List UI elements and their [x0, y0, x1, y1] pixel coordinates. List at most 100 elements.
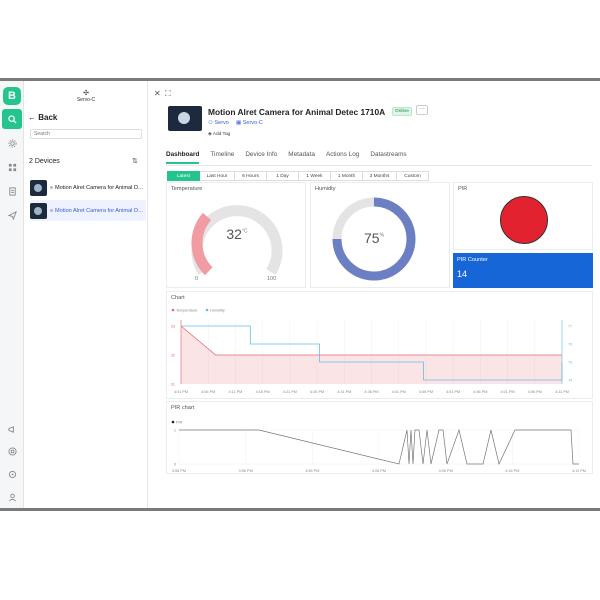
gauge-max: 100 [267, 276, 277, 282]
y-right-tick-label: 77 [568, 325, 572, 329]
expand-icon[interactable]: ⛶ [165, 89, 171, 98]
tab-actions-log[interactable]: Actions Log [326, 151, 359, 164]
y-right-tick-label: 74 [568, 379, 572, 383]
x-tick-label: 4:06 PM [439, 469, 453, 473]
x-tick-label: 4:06 PM [528, 390, 542, 394]
search-nav-icon[interactable] [2, 109, 22, 129]
settings-icon[interactable] [2, 464, 22, 484]
org-header[interactable]: ✣ Servo-C [24, 89, 148, 103]
legend-marker [205, 308, 209, 312]
legend-label: Temperature [176, 309, 197, 313]
app-logo[interactable]: B [3, 87, 21, 105]
x-tick-label: 4:11 PM [555, 390, 569, 394]
humidity-unit: % [379, 232, 385, 239]
org-link-name: Servo-C [242, 120, 263, 126]
gauge-min: 0 [195, 276, 199, 282]
template-link[interactable]: ⚇ Servo [208, 120, 229, 126]
back-button[interactable]: ← Back [28, 113, 57, 122]
device-image [168, 106, 202, 131]
document-nav-icon[interactable] [2, 181, 22, 201]
pir-chart-widget: PIR chart PIR 1 0 3:56 PM 3:56 PM 3:56 PM 4:06… [166, 401, 593, 474]
range-6-hours[interactable]: 6 Hours [235, 171, 267, 181]
device-list-item[interactable]: Motion Alret Camera for Animal Detec [30, 177, 146, 198]
temperature-unit: °C [241, 228, 248, 235]
tab-dashboard[interactable]: Dashboard [166, 151, 200, 164]
gauge-value: 75% [297, 230, 451, 248]
send-nav-icon[interactable] [2, 205, 22, 225]
temperature-widget: Temperature 32°C 0 100 [166, 182, 306, 288]
device-thumbnail [30, 202, 47, 219]
tab-datastreams[interactable]: Datastreams [370, 151, 406, 164]
pir-counter-value: 14 [457, 269, 468, 279]
y-left-tick-label: 31 [171, 383, 175, 387]
device-list-item-selected[interactable]: Motion Alret Camera for Animal Detec [30, 200, 146, 221]
temperature-value: 32 [226, 226, 242, 242]
building-icon: ▦ [236, 120, 242, 126]
device-name: Motion Alret Camera for Animal Detec [55, 184, 145, 191]
x-tick-label: 4:11 PM [572, 469, 586, 473]
devices-panel: ✣ Servo-C ← Back 2 Devices ⇅ Motion Alre… [24, 81, 148, 508]
chart-widget: Chart Temperature Humidity 4:01 PM 4:06 PM 4… [166, 291, 593, 399]
x-tick-label: 3:56 PM [172, 469, 186, 473]
tab-device-info[interactable]: Device Info [245, 151, 277, 164]
humidity-value: 75 [363, 230, 380, 246]
arrow-left-icon: ← [28, 113, 36, 122]
time-range-selector: Latest Last Hour 6 Hours 1 Day 1 Week 1 … [167, 171, 429, 181]
y-tick-label: 1 [174, 429, 176, 433]
org-icon: ✣ [83, 90, 89, 97]
range-1-day[interactable]: 1 Day [267, 171, 299, 181]
legend-marker [171, 308, 175, 312]
status-dot [50, 209, 53, 212]
widget-title: PIR Counter [457, 257, 488, 263]
add-tag-button[interactable]: ◈ Add Tag [208, 132, 230, 137]
status-badge: Online [392, 107, 412, 116]
legend-label: PIR [176, 421, 183, 425]
device-count: 2 Devices [29, 158, 60, 165]
y-tick-label: 0 [174, 463, 176, 467]
x-tick-label: 4:16 PM [256, 390, 270, 394]
range-custom[interactable]: Custom [397, 171, 429, 181]
grid-nav-icon[interactable] [2, 157, 22, 177]
user-icon[interactable] [2, 487, 22, 507]
range-last-hour[interactable]: Last Hour [200, 171, 235, 181]
tab-metadata[interactable]: Metadata [288, 151, 315, 164]
x-tick-label: 4:16 PM [505, 469, 519, 473]
x-tick-label: 4:36 PM [364, 390, 378, 394]
legend-label: Humidity [210, 309, 225, 313]
template-name: Servo [214, 120, 229, 126]
y-left-tick-label: 32 [171, 354, 175, 358]
close-icon[interactable]: ✕ [154, 89, 161, 98]
range-3-months[interactable]: 3 Months [363, 171, 397, 181]
gauge-value: 32°C [167, 226, 307, 244]
widget-title: PIR [458, 186, 468, 192]
status-dot [50, 186, 53, 189]
org-link[interactable]: ▦ Servo-C [236, 120, 263, 126]
pir-indicator-led [500, 196, 548, 244]
x-tick-label: 4:31 PM [337, 390, 351, 394]
x-tick-label: 4:46 PM [419, 390, 433, 394]
pir-counter-widget: PIR Counter 14 [453, 253, 593, 288]
device-name: Motion Alret Camera for Animal Detec [55, 207, 145, 214]
y-left-tick-label: 33 [171, 325, 175, 329]
pir-widget: PIR [453, 182, 593, 250]
range-latest[interactable]: Latest [167, 171, 200, 181]
device-thumbnail [30, 179, 47, 196]
range-1-month[interactable]: 1 Month [331, 171, 363, 181]
tag-icon: ◈ [208, 132, 212, 137]
nav-rail: B [0, 81, 24, 508]
sort-icon[interactable]: ⇅ [132, 157, 138, 165]
tab-divider [166, 165, 592, 166]
x-tick-label: 4:06 PM [372, 469, 386, 473]
help-icon[interactable] [2, 441, 22, 461]
search-input[interactable] [30, 129, 142, 139]
pir-chart: PIR1 0 3:56 PM 3:56 PM 3:56 PM 4:06 PM 4:06 PM… [171, 420, 586, 473]
window-controls: ✕ ⛶ [154, 89, 171, 99]
app-window: B ✣ Servo-C ← Back Search 2 Devices ⇅ Mo… [0, 78, 600, 511]
more-options-button[interactable]: ··· [416, 105, 428, 115]
x-tick-label: 4:56 PM [473, 390, 487, 394]
range-1-week[interactable]: 1 Week [299, 171, 331, 181]
automation-nav-icon[interactable] [2, 133, 22, 153]
announcement-icon[interactable] [2, 419, 22, 439]
legend-marker [171, 420, 175, 424]
tab-timeline[interactable]: Timeline [210, 151, 234, 164]
